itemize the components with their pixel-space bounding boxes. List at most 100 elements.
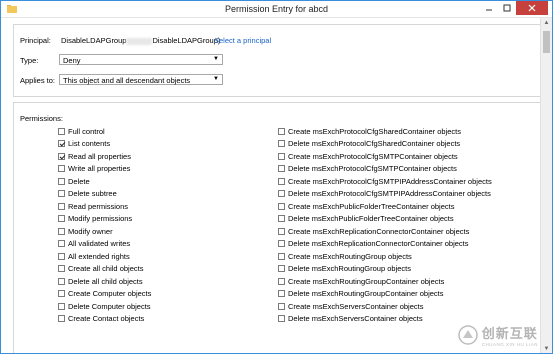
permission-checkbox[interactable] — [278, 202, 285, 210]
permission-label: Delete msExchRoutingGroupContainer objec… — [288, 289, 444, 299]
permission-label: Delete msExchReplicationConnectorContain… — [288, 239, 469, 249]
permission-item[interactable]: Write all properties — [58, 163, 151, 176]
permission-item[interactable]: Modify permissions — [58, 213, 151, 226]
permission-label: Delete msExchProtocolCfgSMTPContainer ob… — [288, 164, 457, 174]
permission-checkbox[interactable] — [58, 265, 65, 273]
close-icon — [528, 4, 536, 12]
permission-item[interactable]: Create msExchProtocolCfgSharedContainer … — [278, 125, 492, 138]
permission-item[interactable]: Modify owner — [58, 225, 151, 238]
permission-label: Delete subtree — [68, 189, 117, 199]
type-dropdown-value: Deny — [63, 56, 81, 65]
permission-checkbox[interactable] — [58, 290, 65, 298]
permission-item[interactable]: Create msExchPublicFolderTreeContainer o… — [278, 200, 492, 213]
permission-label: Read permissions — [68, 201, 129, 211]
permission-label: Create msExchProtocolCfgSMTPIPAddressCon… — [288, 176, 492, 186]
permission-checkbox[interactable] — [58, 127, 65, 135]
permission-label: Delete msExchPublicFolderTreeContainer o… — [288, 214, 454, 224]
permission-checkbox[interactable] — [278, 152, 285, 160]
permission-item[interactable]: Create msExchServersContainer objects — [278, 300, 492, 313]
permission-checkbox[interactable] — [278, 165, 285, 173]
permission-checkbox[interactable] — [278, 127, 285, 135]
applies-to-dropdown[interactable]: This object and all descendant objects ▼ — [59, 74, 223, 85]
permission-label: All validated writes — [68, 239, 131, 249]
permission-item[interactable]: Create msExchProtocolCfgSMTPContainer ob… — [278, 150, 492, 163]
scrollbar-thumb[interactable] — [543, 31, 550, 53]
permission-item[interactable]: Delete msExchProtocolCfgSMTPIPAddressCon… — [278, 188, 492, 201]
permission-checkbox[interactable] — [278, 315, 285, 323]
permission-item[interactable]: Delete — [58, 175, 151, 188]
permission-item[interactable]: Delete Computer objects — [58, 300, 151, 313]
permission-item[interactable]: Read all properties — [58, 150, 151, 163]
permission-item[interactable]: Create msExchReplicationConnectorContain… — [278, 225, 492, 238]
permission-item[interactable]: Create all child objects — [58, 263, 151, 276]
permission-checkbox[interactable] — [58, 202, 65, 210]
principal-name-start: DisableLDAPGroup — [61, 36, 127, 45]
watermark-logo: 创新互联 CHUANG XIN HU LIAN — [457, 323, 538, 347]
minimize-button[interactable] — [480, 1, 498, 15]
permission-checkbox[interactable] — [58, 140, 65, 148]
permission-item[interactable]: Create Contact objects — [58, 313, 151, 326]
scroll-down-arrow-icon[interactable]: ▼ — [541, 344, 552, 353]
permission-label: Create msExchPublicFolderTreeContainer o… — [288, 201, 455, 211]
permission-checkbox[interactable] — [278, 227, 285, 235]
permission-item[interactable]: Create Computer objects — [58, 288, 151, 301]
permissions-right-column: Create msExchProtocolCfgSharedContainer … — [278, 125, 492, 325]
permission-label: Delete all child objects — [68, 276, 143, 286]
principal-name-end: DisableLDAPGroup) — [152, 36, 221, 45]
permission-checkbox[interactable] — [58, 190, 65, 198]
permission-item[interactable]: Create msExchRoutingGroupContainer objec… — [278, 275, 492, 288]
permission-item[interactable]: Delete msExchProtocolCfgSharedContainer … — [278, 138, 492, 151]
permission-checkbox[interactable] — [278, 177, 285, 185]
permission-item[interactable]: All validated writes — [58, 238, 151, 251]
permission-checkbox[interactable] — [278, 290, 285, 298]
chevron-down-icon: ▼ — [213, 56, 219, 62]
principal-value: DisableLDAPGroup DisableLDAPGroup) — [61, 36, 220, 45]
permission-checkbox[interactable] — [278, 140, 285, 148]
permission-item[interactable]: Delete msExchRoutingGroupContainer objec… — [278, 288, 492, 301]
permission-checkbox[interactable] — [58, 302, 65, 310]
permission-checkbox[interactable] — [58, 165, 65, 173]
select-principal-link[interactable]: Select a principal — [214, 36, 271, 45]
permission-label: Delete msExchProtocolCfgSMTPIPAddressCon… — [288, 189, 491, 199]
permission-checkbox[interactable] — [58, 277, 65, 285]
permission-label: Delete msExchServersContainer objects — [288, 314, 423, 324]
vertical-scrollbar[interactable]: ▲ ▼ — [540, 18, 552, 353]
permission-checkbox[interactable] — [278, 302, 285, 310]
permission-checkbox[interactable] — [278, 252, 285, 260]
scroll-up-arrow-icon[interactable]: ▲ — [541, 18, 552, 29]
permission-checkbox[interactable] — [278, 215, 285, 223]
permission-checkbox[interactable] — [278, 240, 285, 248]
permission-checkbox[interactable] — [58, 315, 65, 323]
permission-checkbox[interactable] — [58, 227, 65, 235]
permission-item[interactable]: Delete msExchRoutingGroup objects — [278, 263, 492, 276]
permission-item[interactable]: Delete msExchReplicationConnectorContain… — [278, 238, 492, 251]
permission-label: Create Contact objects — [68, 314, 145, 324]
permission-label: All extended rights — [68, 251, 130, 261]
permission-checkbox[interactable] — [58, 240, 65, 248]
maximize-button[interactable] — [498, 1, 516, 15]
close-button[interactable] — [516, 1, 548, 15]
permission-label: Modify permissions — [68, 214, 133, 224]
permission-item[interactable]: List contents — [58, 138, 151, 151]
permission-item[interactable]: Delete subtree — [58, 188, 151, 201]
permission-checkbox[interactable] — [58, 152, 65, 160]
permission-item[interactable]: Read permissions — [58, 200, 151, 213]
permission-checkbox[interactable] — [58, 177, 65, 185]
permission-item[interactable]: Create msExchProtocolCfgSMTPIPAddressCon… — [278, 175, 492, 188]
permission-label: Read all properties — [68, 151, 131, 161]
permission-item[interactable]: Delete msExchProtocolCfgSMTPContainer ob… — [278, 163, 492, 176]
permission-checkbox[interactable] — [58, 252, 65, 260]
permission-checkbox[interactable] — [278, 265, 285, 273]
permission-checkbox[interactable] — [58, 215, 65, 223]
watermark-logo-icon — [457, 325, 478, 345]
permission-item[interactable]: All extended rights — [58, 250, 151, 263]
permission-item[interactable]: Create msExchRoutingGroup objects — [278, 250, 492, 263]
permission-label: Write all properties — [68, 164, 131, 174]
permission-item[interactable]: Full control — [58, 125, 151, 138]
permission-label: List contents — [68, 139, 111, 149]
permission-checkbox[interactable] — [278, 190, 285, 198]
permission-item[interactable]: Delete all child objects — [58, 275, 151, 288]
type-dropdown[interactable]: Deny ▼ — [59, 54, 223, 65]
permission-checkbox[interactable] — [278, 277, 285, 285]
permission-item[interactable]: Delete msExchPublicFolderTreeContainer o… — [278, 213, 492, 226]
